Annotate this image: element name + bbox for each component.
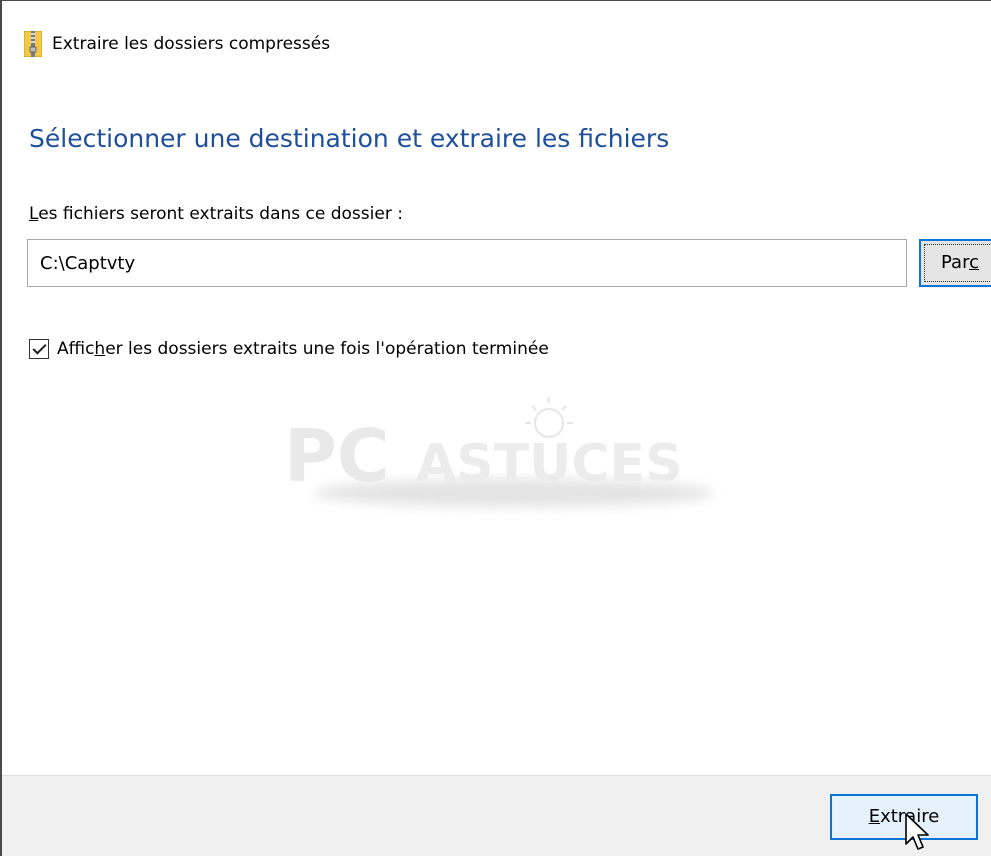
watermark-sun-icon	[525, 397, 573, 438]
show-files-label-pre: Affic	[57, 339, 95, 359]
window-title: Extraire les dossiers compressés	[52, 34, 331, 54]
mouse-pointer-icon	[905, 813, 929, 850]
extract-dialog: Extraire les dossiers compressés Sélecti…	[0, 0, 991, 856]
destination-label: Les fichiers seront extraits dans ce dos…	[29, 204, 403, 224]
title-bar: Extraire les dossiers compressés	[23, 27, 331, 61]
destination-label-accel: L	[29, 204, 39, 224]
browse-button-label: Par	[941, 252, 970, 273]
page-heading: Sélectionner une destination et extraire…	[29, 124, 670, 153]
show-files-label-post: er les dossiers extraits une fois l'opér…	[105, 339, 549, 359]
pc-astuces-watermark: PC ASTUCES	[284, 397, 714, 507]
watermark-astuces-text: ASTUCES	[416, 434, 683, 494]
zip-folder-icon	[23, 30, 43, 58]
destination-path-input[interactable]	[27, 239, 907, 287]
browse-button[interactable]: Parc	[919, 239, 991, 287]
browse-button-accel: c	[969, 252, 979, 273]
show-files-label-accel: h	[94, 339, 106, 359]
extract-button-accel: E	[868, 806, 881, 827]
destination-label-text: es fichiers seront extraits dans ce doss…	[38, 204, 403, 224]
show-extracted-files-option[interactable]: Afficher les dossiers extraits une fois …	[29, 339, 549, 359]
show-extracted-files-checkbox[interactable]	[29, 339, 49, 359]
show-extracted-files-label: Afficher les dossiers extraits une fois …	[57, 339, 549, 359]
watermark-pc-text: PC	[284, 414, 390, 498]
